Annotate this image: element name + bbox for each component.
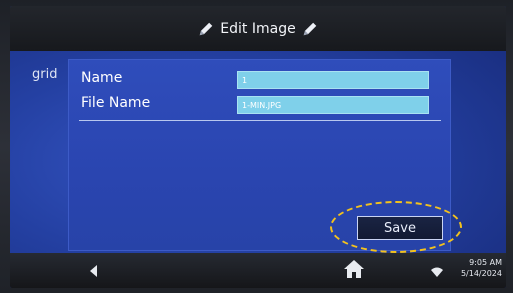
wifi-icon — [431, 267, 443, 277]
home-icon[interactable] — [343, 259, 365, 279]
highlight-annotation — [330, 201, 462, 253]
page-title: Edit Image — [220, 20, 296, 37]
divider — [79, 120, 441, 121]
file-name-field[interactable]: 1-MIN.JPG — [237, 96, 429, 114]
name-field[interactable]: 1 — [237, 71, 429, 89]
pencil-icon — [303, 22, 317, 35]
title-bar: Edit Image — [10, 6, 506, 51]
bottom-nav-bar: 9:05 AM 5/14/2024 — [10, 253, 506, 288]
touch-screen: Edit Image grid Name 1 File Name 1-MIN.J… — [10, 6, 506, 288]
status-clock: 9:05 AM 5/14/2024 — [448, 257, 502, 279]
pencil-icon — [199, 22, 213, 35]
name-label: Name — [81, 70, 123, 86]
clock-date: 5/14/2024 — [460, 269, 502, 278]
clock-time: 9:05 AM — [469, 258, 502, 267]
back-arrow-icon[interactable] — [88, 264, 98, 278]
file-name-label: File Name — [81, 95, 151, 111]
grid-label: grid — [32, 67, 58, 82]
